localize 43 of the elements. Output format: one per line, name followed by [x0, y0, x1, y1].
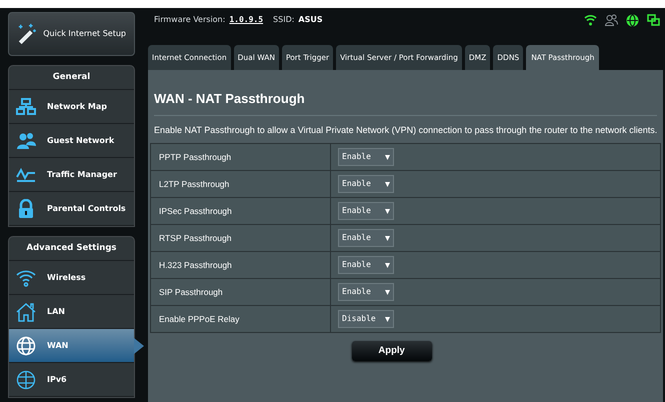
firmware-version-link[interactable]: 1.0.9.5 — [229, 14, 264, 26]
caret-icon — [385, 154, 390, 160]
setting-dropdown[interactable]: Enable — [338, 148, 394, 166]
setting-label: Enable PPPoE Relay — [151, 306, 331, 332]
sidebar-item[interactable]: WAN — [9, 329, 134, 363]
caret-icon — [385, 236, 390, 240]
description-text: Enable NAT Passthrough to allow a Virtual Private Network (VPN) connection to pass through the router to the network clients. — [153, 124, 658, 137]
quick-setup-button[interactable]: Quick Internet Setup — [8, 12, 135, 56]
caret-icon — [385, 316, 390, 322]
people-icon — [16, 132, 36, 150]
globe-icon[interactable] — [626, 14, 640, 26]
setting-dropdown[interactable]: Enable — [338, 202, 394, 220]
setting-label: PPTP Passthrough — [151, 144, 331, 170]
house-icon — [15, 302, 37, 322]
chart-icon — [16, 166, 36, 182]
globe-icon — [16, 370, 36, 390]
wifi-icon — [16, 268, 36, 286]
screens-icon[interactable] — [647, 14, 660, 26]
lock-icon — [17, 198, 35, 218]
setting-dropdown[interactable]: Enable — [338, 256, 394, 274]
setting-label: L2TP Passthrough — [151, 171, 331, 197]
page-title: WAN - NAT Passthrough — [154, 70, 658, 116]
ssid-value: ASUS — [298, 14, 323, 26]
globe-icon — [16, 336, 36, 356]
setting-dropdown[interactable]: Enable — [338, 229, 394, 247]
setting-dropdown[interactable]: Enable — [338, 283, 394, 301]
setting-label: SIP Passthrough — [151, 279, 331, 305]
firmware-label: Firmware Version: — [154, 14, 226, 26]
setting-label: H.323 Passthrough — [151, 252, 331, 278]
setting-label: IPSec Passthrough — [151, 198, 331, 224]
setting-dropdown[interactable]: Enable — [338, 175, 394, 193]
network-icon — [16, 98, 36, 116]
people-icon[interactable] — [605, 14, 618, 26]
caret-icon — [385, 208, 390, 214]
magic-wand-icon — [17, 22, 38, 46]
apply-button[interactable]: Apply — [352, 341, 432, 361]
setting-dropdown[interactable]: Disable — [338, 310, 394, 328]
setting-label: RTSP Passthrough — [151, 225, 331, 251]
wifi-icon[interactable] — [584, 14, 598, 26]
caret-icon — [385, 290, 390, 294]
ssid-label: SSID: — [273, 14, 294, 26]
caret-icon — [385, 262, 390, 268]
caret-icon — [385, 182, 390, 186]
